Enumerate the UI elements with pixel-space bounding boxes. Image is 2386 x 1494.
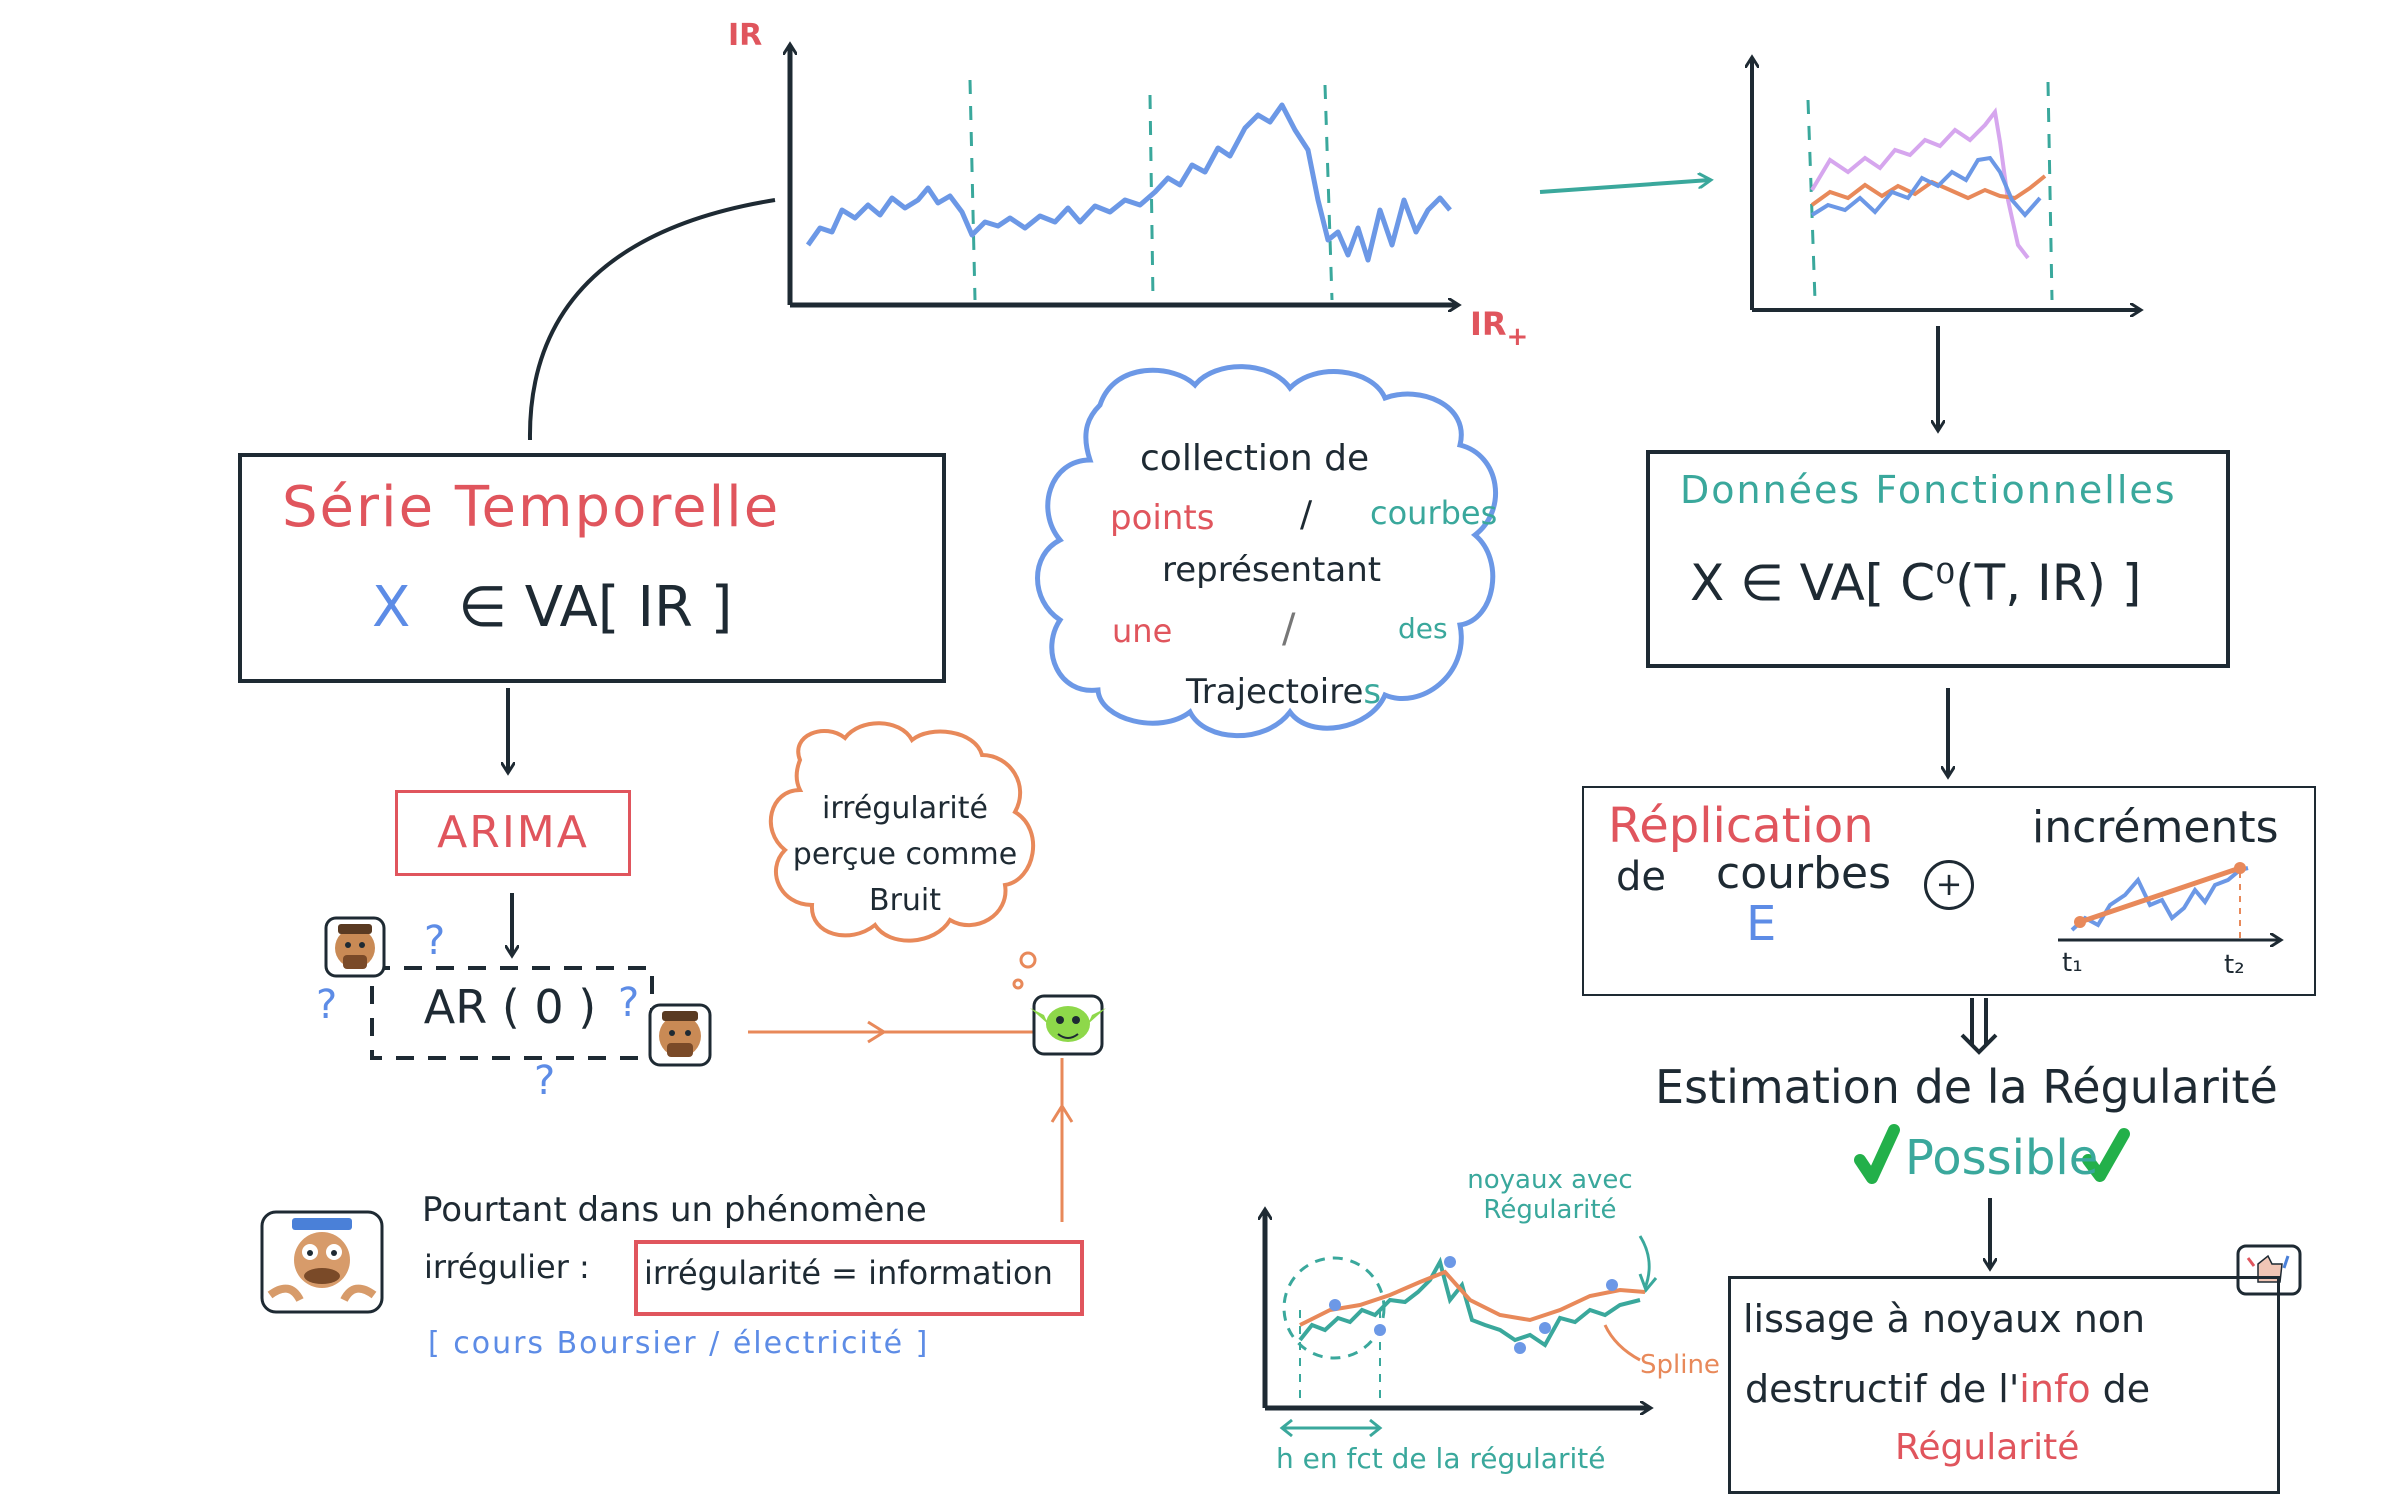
top-chart-y-label: IR — [728, 18, 763, 53]
arima-label: ARIMA — [395, 790, 631, 876]
connector-series-to-chart — [527, 198, 776, 441]
top-chart-x-label-suffix: + — [1506, 322, 1529, 352]
thought-line-2: perçue comme — [792, 837, 1018, 872]
cloud-slash: / — [1300, 494, 1313, 535]
lissage-box: lissage à noyaux non destructif de l'inf… — [1728, 1276, 2280, 1494]
top-chart-separator — [1323, 84, 1334, 301]
ar-label: AR ( 0 ) — [423, 980, 597, 1034]
lissage-info: info — [2019, 1367, 2091, 1411]
spline-label: Spline — [1640, 1350, 1720, 1380]
serie-temporelle-formula: X ∈ VA[ IR ] — [372, 575, 733, 640]
noyaux-annotation: noyaux avec Régularité — [1467, 1165, 1633, 1225]
increments-label: incréments — [2032, 802, 2279, 853]
replication-box: Réplication de courbes E + incréments t₁… — [1582, 786, 2316, 996]
formula-x: X — [372, 575, 411, 640]
lissage-line-2-start: destructif de l' — [1745, 1367, 2020, 1411]
lissage-line-1: lissage à noyaux non — [1743, 1297, 2146, 1341]
arrow-to-functional-chart — [1539, 180, 1710, 194]
thought-line-3: Bruit — [868, 883, 942, 918]
top-chart-separator — [968, 79, 977, 301]
top-chart-x-label: IR+ — [1470, 305, 1528, 352]
t1-label: t₁ — [2062, 948, 2083, 978]
double-arrow-to-estimation — [1960, 998, 1998, 1055]
cloud-trajectoire: Trajectoire — [1186, 672, 1364, 712]
h-bandwidth-label: h en fct de la régularité — [1276, 1442, 1606, 1475]
cloud-points: points — [1110, 498, 1215, 538]
donnees-fonctionnelles-box: Données Fonctionnelles X ∈ VA[ C⁰(T, IR)… — [1646, 450, 2230, 668]
cloud-slash-2: / — [1282, 606, 1296, 652]
estimation-label: Estimation de la Régularité — [1655, 1060, 2278, 1114]
question-mark: ? — [618, 980, 640, 1026]
possible-label: Possible — [1905, 1130, 2099, 1186]
thought-bubble-text: irrégularité perçue comme Bruit — [790, 786, 1020, 924]
top-time-series-chart — [790, 45, 1458, 305]
replication-courbes: courbes — [1716, 848, 1892, 899]
thought-line-1: irrégularité — [822, 791, 988, 826]
examples-label: [ cours Boursier / électricité ] — [428, 1326, 930, 1361]
serie-temporelle-box: Série Temporelle X ∈ VA[ IR ] — [238, 453, 946, 683]
replication-title: Réplication — [1608, 798, 1874, 854]
pourtant-line-1: Pourtant dans un phénomène — [422, 1190, 927, 1230]
cloud-des: des — [1398, 612, 1448, 645]
question-mark: ? — [316, 982, 338, 1028]
cloud-trajectoires: Trajectoires — [1186, 672, 1381, 712]
thought-bubble-dot — [1019, 951, 1037, 969]
serie-temporelle-title: Série Temporelle — [282, 475, 781, 540]
cloud-line-3: représentant — [1162, 550, 1382, 590]
check-icon — [1854, 1124, 1900, 1184]
replication-e-symbol: E — [1746, 896, 1777, 952]
lissage-line-2: destructif de l'info de — [1745, 1367, 2150, 1411]
thought-bubble-dot — [1012, 978, 1024, 990]
functional-curve-purple — [1810, 107, 2030, 260]
t2-label: t₂ — [2224, 950, 2245, 980]
lissage-line-2-end: de — [2090, 1367, 2151, 1411]
donnees-formula: X ∈ VA[ C⁰(T, IR) ] — [1690, 554, 2142, 612]
replication-de: de — [1616, 854, 1666, 900]
cloud-line-1: collection de — [1140, 438, 1370, 479]
confused-dwarf-icon — [324, 916, 386, 978]
lissage-line-3: Régularité — [1895, 1427, 2080, 1468]
functional-data-chart — [1752, 58, 2140, 310]
confused-dwarf-icon — [648, 1003, 712, 1067]
cloud-plural-s: s — [1363, 672, 1382, 712]
cloud-courbes: courbes — [1370, 494, 1498, 532]
diagram-canvas — [260, 0, 2302, 1438]
shrugging-king-icon — [260, 1210, 384, 1314]
pourtant-line-2: irrégulier : — [424, 1248, 590, 1286]
question-mark: ? — [534, 1058, 556, 1104]
smoothing-chart — [1265, 1210, 1658, 1438]
donnees-title: Données Fonctionnelles — [1680, 468, 2177, 512]
plus-icon: + — [1924, 860, 1974, 910]
top-chart-x-label-text: IR — [1470, 305, 1507, 343]
formula-rest: ∈ VA[ IR ] — [458, 575, 733, 640]
cloud-une: une — [1112, 612, 1173, 650]
goblin-icon — [1030, 994, 1106, 1056]
top-chart-series-line — [805, 102, 1452, 263]
question-mark: ? — [424, 918, 446, 964]
information-boxed-text: irrégularité = information — [644, 1254, 1053, 1292]
